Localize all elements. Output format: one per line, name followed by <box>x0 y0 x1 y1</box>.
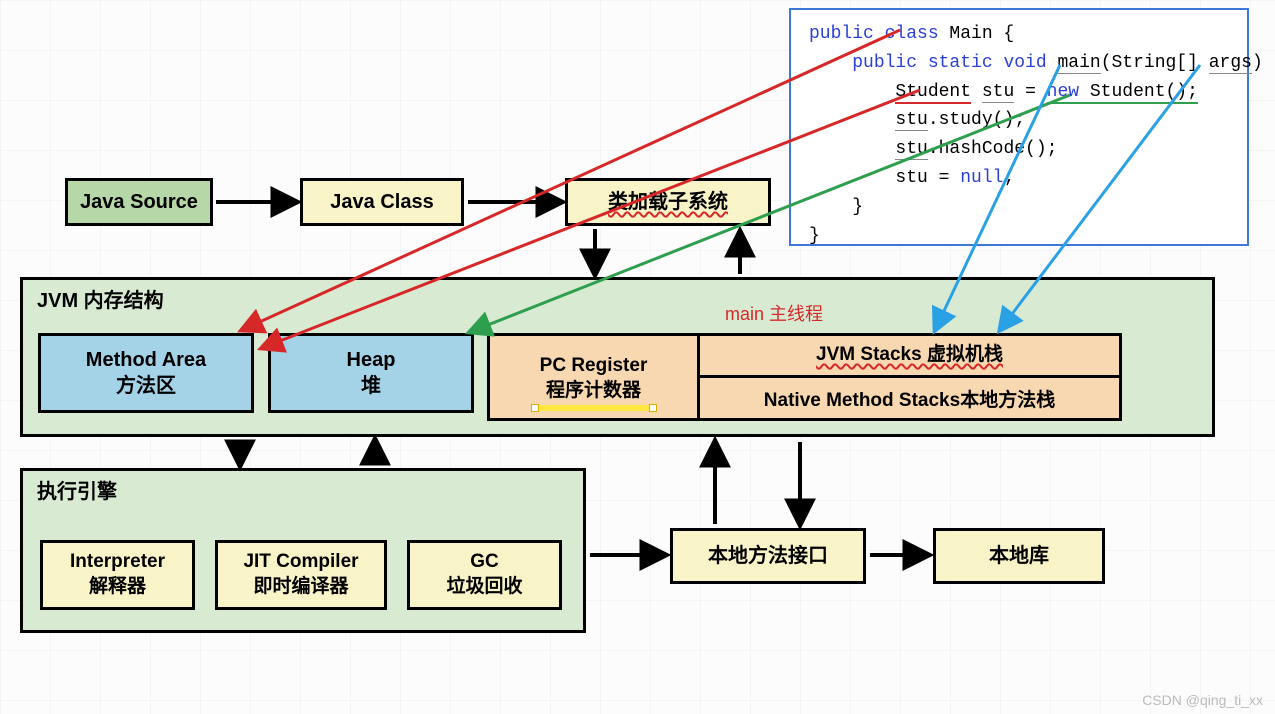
interpreter-box: Interpreter 解释器 <box>40 540 195 610</box>
gc-cn: 垃圾回收 <box>446 575 522 600</box>
classloader-label: 类加载子系统 <box>608 189 728 215</box>
pc-en: PC Register <box>540 354 648 379</box>
c-l6c: null <box>960 168 1003 188</box>
c-l4b: .study(); <box>928 110 1025 130</box>
c-l2b: main <box>1057 53 1100 74</box>
method-area-cn: 方法区 <box>116 373 176 399</box>
c-l6d: ; <box>1003 168 1014 188</box>
java-class-box: Java Class <box>300 178 464 226</box>
jvm-stacks-cell: JVM Stacks 虚拟机栈 <box>700 336 1119 378</box>
native-interface-box: 本地方法接口 <box>670 528 866 584</box>
gc-box: GC 垃圾回收 <box>407 540 562 610</box>
c-l3e: Student(); <box>1079 82 1198 104</box>
c-l3b: stu <box>982 82 1014 103</box>
heap-cn: 堆 <box>361 373 381 399</box>
gc-en: GC <box>470 550 499 575</box>
jit-en: JIT Compiler <box>243 550 358 575</box>
c-l3a: Student <box>895 82 971 104</box>
c-l2a: public static void <box>852 53 1046 73</box>
c-l7: } <box>852 197 863 217</box>
jvm-stacks-label: JVM Stacks 虚拟机栈 <box>816 343 1003 368</box>
c-l6a: st <box>895 168 917 188</box>
jvm-memory-title: JVM 内存结构 <box>37 288 164 314</box>
c-l6b: u = <box>917 168 960 188</box>
c-l3d: new <box>1047 82 1079 104</box>
c-l5a: stu <box>895 139 927 160</box>
native-stacks-label: Native Method Stacks本地方法栈 <box>764 389 1055 414</box>
method-area-box: Method Area 方法区 <box>38 333 254 413</box>
java-source-label: Java Source <box>80 189 198 215</box>
interp-cn: 解释器 <box>89 575 146 600</box>
java-source-box: Java Source <box>65 178 213 226</box>
c-l2c: (String[] <box>1101 53 1209 73</box>
code-panel: public class Main { public static void m… <box>789 8 1249 246</box>
c-l3c: = <box>1014 82 1046 102</box>
jit-cn: 即时编译器 <box>253 575 348 600</box>
c-l2e: ) { <box>1252 53 1275 73</box>
exec-engine-title: 执行引擎 <box>37 479 117 505</box>
method-area-en: Method Area <box>86 347 206 373</box>
jit-box: JIT Compiler 即时编译器 <box>215 540 387 610</box>
c-l8: } <box>809 226 820 246</box>
native-if-label: 本地方法接口 <box>708 543 828 569</box>
c-l5b: .hashCode(); <box>928 139 1058 159</box>
heap-box: Heap 堆 <box>268 333 474 413</box>
interp-en: Interpreter <box>70 550 165 575</box>
c-l1a: public class <box>809 24 939 44</box>
native-lib-box: 本地库 <box>933 528 1105 584</box>
c-l4a: stu <box>895 110 927 131</box>
thread-box: PC Register 程序计数器 JVM Stacks 虚拟机栈 Native… <box>487 333 1122 421</box>
c-l1b: Main { <box>939 24 1015 44</box>
classloader-box: 类加载子系统 <box>565 178 771 226</box>
native-lib-label: 本地库 <box>989 543 1049 569</box>
native-stacks-cell: Native Method Stacks本地方法栈 <box>700 381 1119 421</box>
java-class-label: Java Class <box>330 189 433 215</box>
c-l2d: args <box>1209 53 1252 74</box>
main-thread-label: main 主线程 <box>725 300 823 326</box>
pc-register-cell: PC Register 程序计数器 <box>490 336 700 421</box>
watermark: CSDN @qing_ti_xx <box>1142 692 1263 708</box>
heap-en: Heap <box>347 347 396 373</box>
